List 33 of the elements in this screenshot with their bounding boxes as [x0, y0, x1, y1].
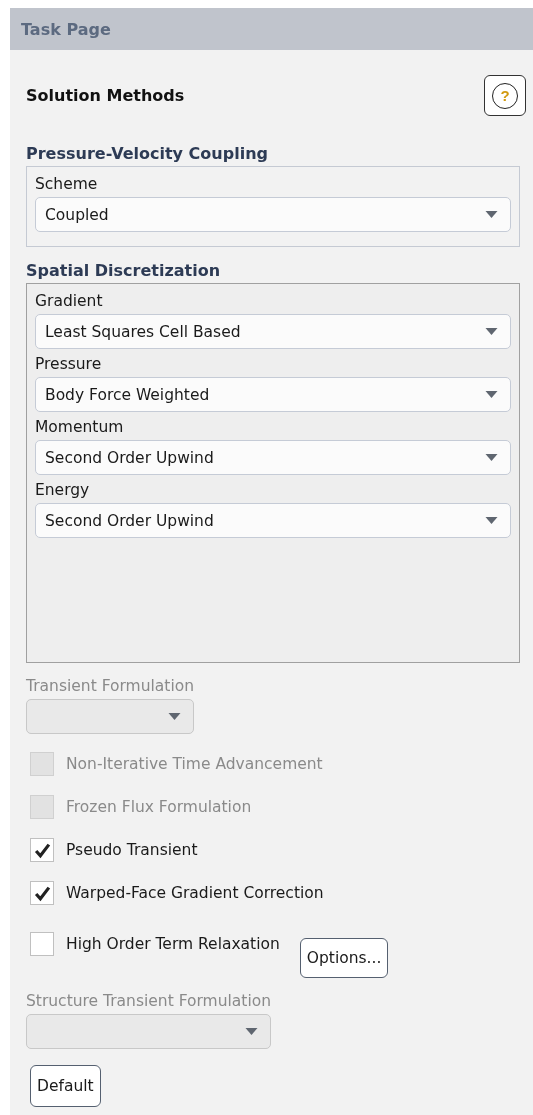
dropdown[interactable]: Second Order Upwind — [35, 440, 511, 475]
caret-icon — [485, 454, 498, 461]
options-button[interactable]: Options... — [299, 938, 389, 978]
caret-icon — [245, 1028, 259, 1035]
field-label: Scheme — [35, 175, 99, 193]
caret-icon — [485, 517, 498, 524]
dropdown[interactable]: Least Squares Cell Based — [35, 314, 511, 349]
group-title: Spatial Discretization — [26, 261, 221, 280]
field-label: Transient Formulation — [26, 677, 194, 695]
caret-icon — [485, 391, 498, 398]
checkbox-label: Non-Iterative Time Advancement — [66, 755, 323, 773]
checkbox[interactable] — [30, 838, 54, 862]
caret-icon — [485, 211, 498, 218]
checkbox-label: High Order Term Relaxation — [66, 935, 280, 953]
field-label: Energy — [35, 481, 91, 499]
field-label: Momentum — [35, 418, 125, 436]
default-button[interactable]: Default — [30, 1065, 101, 1107]
dropdown[interactable]: Body Force Weighted — [35, 377, 511, 412]
checkbox-label: Pseudo Transient — [66, 841, 198, 859]
checkbox-label: Frozen Flux Formulation — [66, 798, 252, 816]
checkbox[interactable] — [30, 932, 54, 956]
caret-icon — [168, 713, 181, 720]
checkbox-label: Warped-Face Gradient Correction — [66, 884, 324, 902]
field-label: Gradient — [35, 292, 104, 310]
group-title: Pressure-Velocity Coupling — [26, 144, 268, 163]
checkbox[interactable] — [30, 881, 54, 905]
caret-icon — [485, 328, 498, 335]
page-title: Solution Methods — [26, 86, 185, 105]
dropdown[interactable]: Coupled — [35, 197, 511, 232]
dropdown[interactable]: Second Order Upwind — [35, 503, 511, 538]
field-label: Pressure — [35, 355, 103, 373]
panel-title: Task Page — [21, 19, 111, 39]
field-label: Structure Transient Formulation — [26, 992, 272, 1010]
